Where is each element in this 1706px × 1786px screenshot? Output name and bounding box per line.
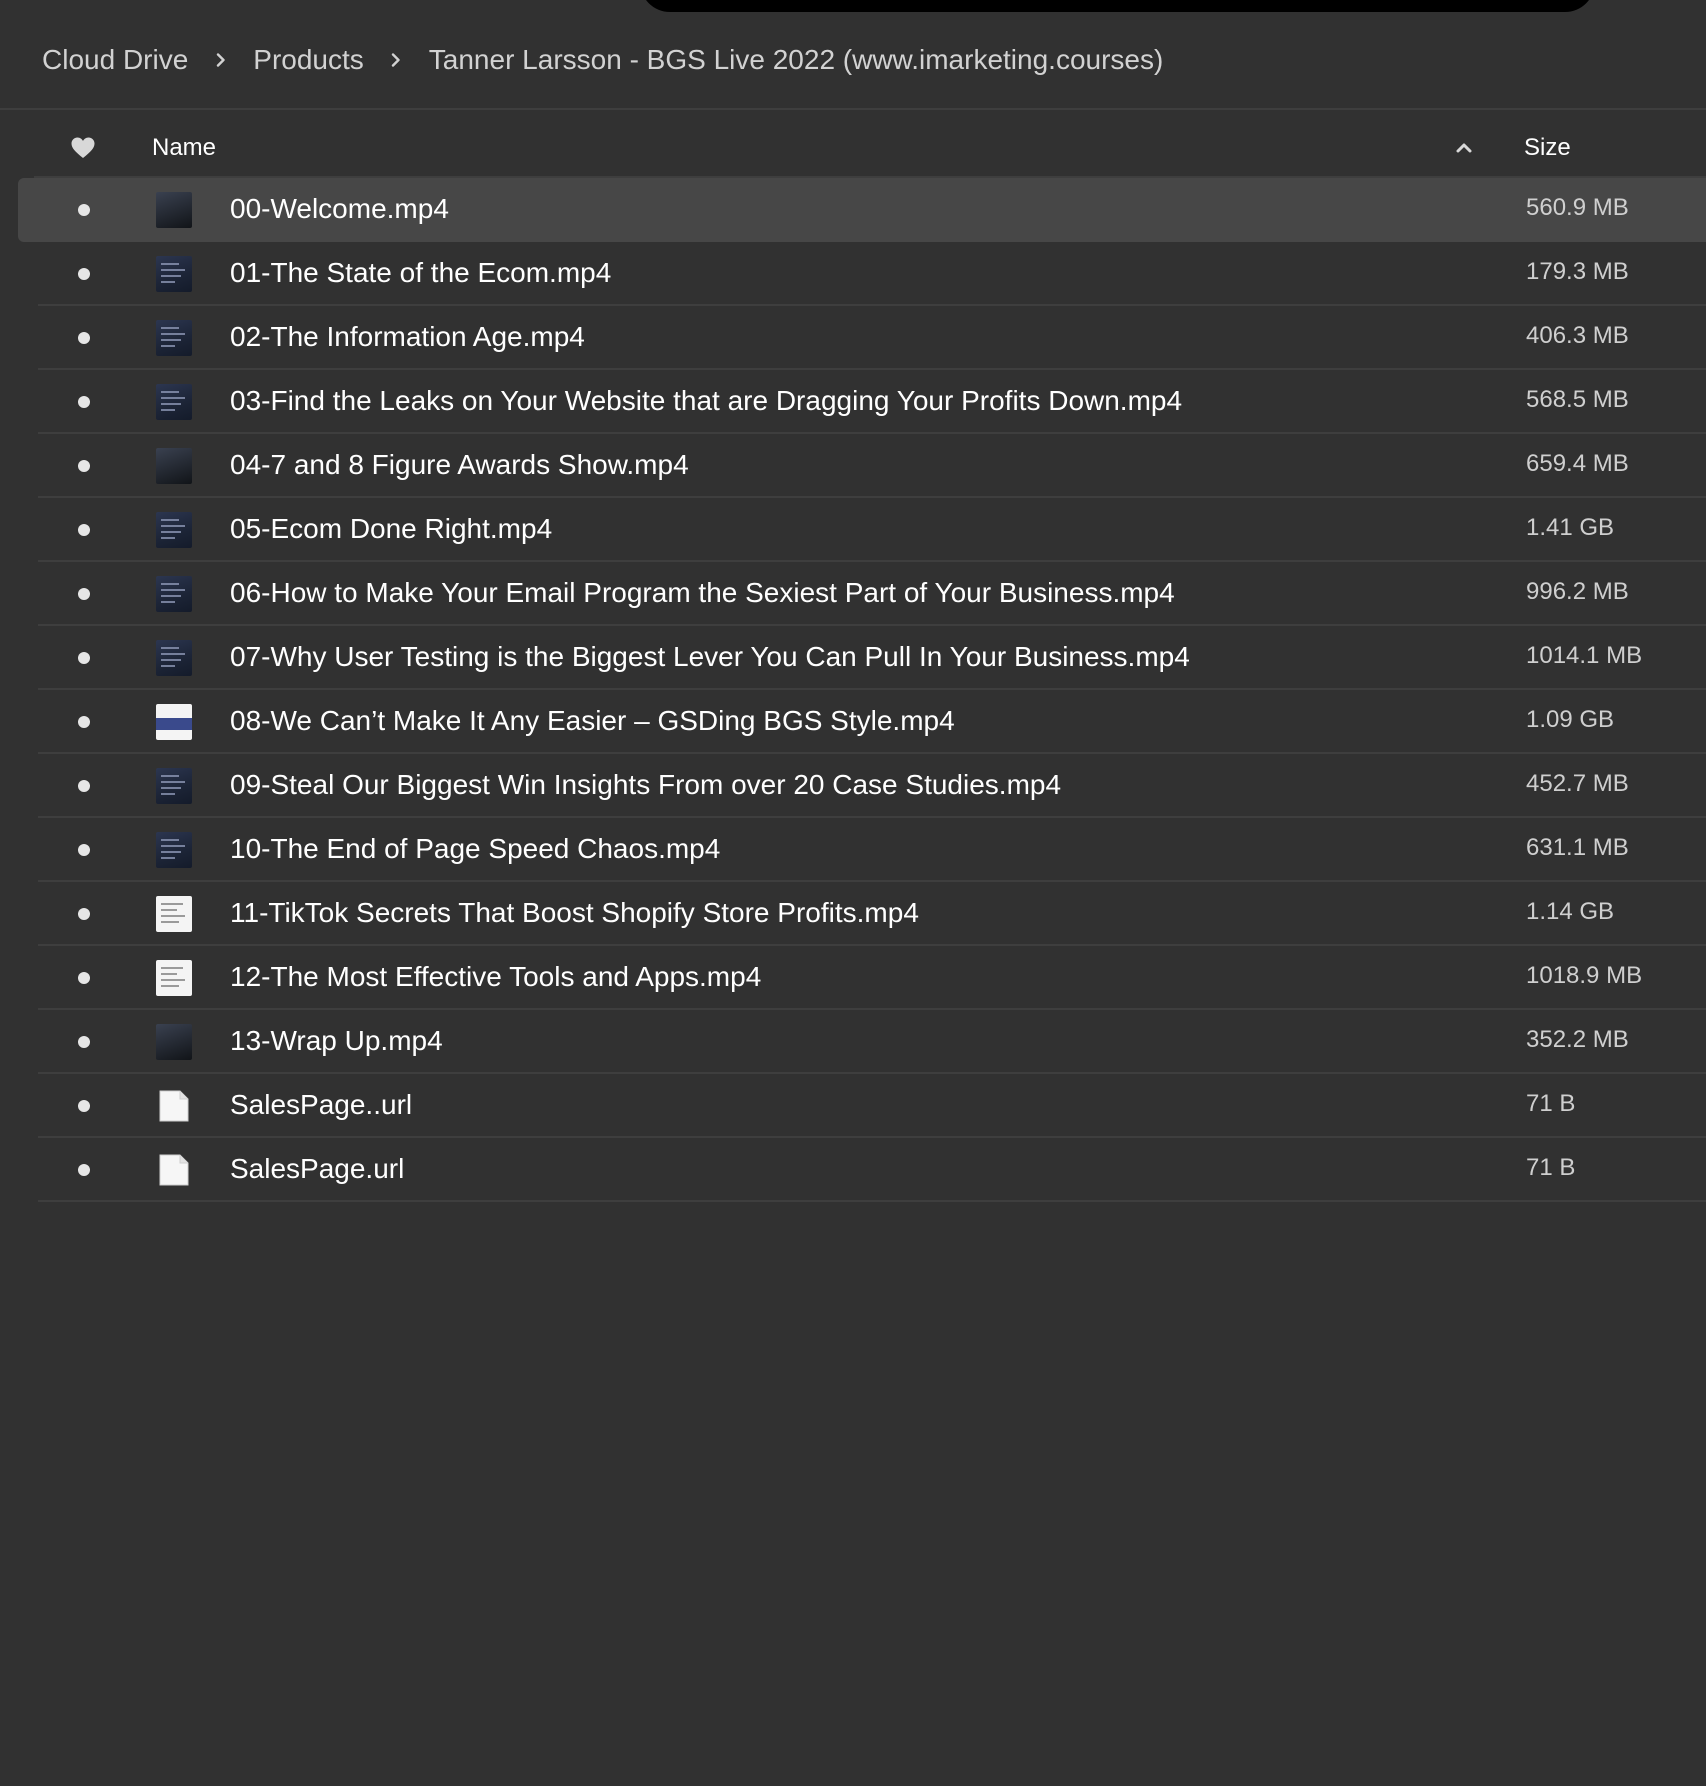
video-thumbnail bbox=[156, 640, 192, 676]
bullet-icon[interactable] bbox=[78, 716, 90, 728]
column-header-name[interactable]: Name bbox=[152, 134, 216, 162]
bullet-icon[interactable] bbox=[78, 396, 90, 408]
file-size: 1018.9 MB bbox=[1526, 962, 1643, 989]
file-row[interactable]: 07-Why User Testing is the Biggest Lever… bbox=[0, 626, 1706, 690]
bullet-icon[interactable] bbox=[78, 1100, 90, 1112]
bullet-icon[interactable] bbox=[78, 844, 90, 856]
bullet-icon[interactable] bbox=[78, 1036, 90, 1048]
file-size: 179.3 MB bbox=[1526, 258, 1629, 285]
file-row[interactable]: 05-Ecom Done Right.mp4 1.41 GB bbox=[0, 498, 1706, 562]
file-size: 631.1 MB bbox=[1526, 834, 1629, 861]
bullet-icon[interactable] bbox=[78, 268, 90, 280]
file-row[interactable]: 01-The State of the Ecom.mp4 179.3 MB bbox=[0, 242, 1706, 306]
file-row[interactable]: 12-The Most Effective Tools and Apps.mp4… bbox=[0, 946, 1706, 1010]
file-name[interactable]: 05-Ecom Done Right.mp4 bbox=[230, 513, 552, 545]
bullet-icon[interactable] bbox=[78, 588, 90, 600]
document-icon bbox=[156, 1088, 192, 1124]
file-name[interactable]: 07-Why User Testing is the Biggest Lever… bbox=[230, 641, 1190, 673]
list-header: Name Size bbox=[34, 120, 1706, 178]
video-thumbnail bbox=[156, 192, 192, 228]
video-thumbnail bbox=[156, 768, 192, 804]
file-size: 996.2 MB bbox=[1526, 578, 1629, 605]
video-thumbnail bbox=[156, 1024, 192, 1060]
file-size: 352.2 MB bbox=[1526, 1026, 1629, 1053]
video-thumbnail bbox=[156, 576, 192, 612]
file-row[interactable]: SalesPage..url 71 B bbox=[0, 1074, 1706, 1138]
video-thumbnail bbox=[156, 256, 192, 292]
breadcrumb-products[interactable]: Products bbox=[253, 44, 364, 76]
file-name[interactable]: 10-The End of Page Speed Chaos.mp4 bbox=[230, 833, 720, 865]
file-name[interactable]: 01-The State of the Ecom.mp4 bbox=[230, 257, 611, 289]
file-row[interactable]: 10-The End of Page Speed Chaos.mp4 631.1 … bbox=[0, 818, 1706, 882]
bullet-icon[interactable] bbox=[78, 1164, 90, 1176]
bullet-icon[interactable] bbox=[78, 332, 90, 344]
file-row[interactable]: 03-Find the Leaks on Your Website that a… bbox=[0, 370, 1706, 434]
bullet-icon[interactable] bbox=[78, 780, 90, 792]
file-name[interactable]: 12-The Most Effective Tools and Apps.mp4 bbox=[230, 961, 761, 993]
video-thumbnail bbox=[156, 896, 192, 932]
bullet-icon[interactable] bbox=[78, 204, 90, 216]
bullet-icon[interactable] bbox=[78, 524, 90, 536]
video-thumbnail bbox=[156, 704, 192, 740]
file-name[interactable]: 11-TikTok Secrets That Boost Shopify Sto… bbox=[230, 897, 919, 929]
video-thumbnail bbox=[156, 384, 192, 420]
file-size: 1014.1 MB bbox=[1526, 642, 1643, 669]
file-name[interactable]: 06-How to Make Your Email Program the Se… bbox=[230, 577, 1175, 609]
breadcrumb: Cloud Drive Products Tanner Larsson - BG… bbox=[42, 40, 1163, 80]
video-thumbnail bbox=[156, 320, 192, 356]
file-size: 568.5 MB bbox=[1526, 386, 1629, 413]
video-thumbnail bbox=[156, 832, 192, 868]
file-row[interactable]: SalesPage.url 71 B bbox=[0, 1138, 1706, 1202]
file-name[interactable]: 13-Wrap Up.mp4 bbox=[230, 1025, 443, 1057]
top-bar bbox=[640, 0, 1595, 12]
file-size: 71 B bbox=[1526, 1090, 1576, 1117]
file-name[interactable]: 02-The Information Age.mp4 bbox=[230, 321, 585, 353]
video-thumbnail bbox=[156, 512, 192, 548]
bullet-icon[interactable] bbox=[78, 972, 90, 984]
file-row[interactable]: 00-Welcome.mp4 560.9 MB bbox=[18, 178, 1706, 242]
bullet-icon[interactable] bbox=[78, 460, 90, 472]
file-size: 71 B bbox=[1526, 1154, 1576, 1181]
file-row[interactable]: 08-We Can’t Make It Any Easier – GSDing … bbox=[0, 690, 1706, 754]
document-icon bbox=[156, 1152, 192, 1188]
heart-icon[interactable] bbox=[70, 136, 96, 160]
video-thumbnail bbox=[156, 960, 192, 996]
file-size: 560.9 MB bbox=[1526, 194, 1629, 221]
file-row[interactable]: 06-How to Make Your Email Program the Se… bbox=[0, 562, 1706, 626]
file-row[interactable]: 11-TikTok Secrets That Boost Shopify Sto… bbox=[0, 882, 1706, 946]
chevron-right-icon bbox=[364, 53, 429, 67]
video-thumbnail bbox=[156, 448, 192, 484]
file-size: 1.14 GB bbox=[1526, 898, 1615, 925]
column-header-size[interactable]: Size bbox=[1524, 134, 1571, 162]
file-name[interactable]: 08-We Can’t Make It Any Easier – GSDing … bbox=[230, 705, 955, 737]
file-size: 406.3 MB bbox=[1526, 322, 1629, 349]
file-size: 659.4 MB bbox=[1526, 450, 1629, 477]
file-size: 1.41 GB bbox=[1526, 514, 1615, 541]
file-name[interactable]: 03-Find the Leaks on Your Website that a… bbox=[230, 385, 1182, 417]
file-size: 1.09 GB bbox=[1526, 706, 1615, 733]
file-name[interactable]: SalesPage.url bbox=[230, 1153, 404, 1185]
divider bbox=[0, 108, 1706, 110]
file-row[interactable]: 09-Steal Our Biggest Win Insights From o… bbox=[0, 754, 1706, 818]
file-size: 452.7 MB bbox=[1526, 770, 1629, 797]
file-name[interactable]: 00-Welcome.mp4 bbox=[230, 193, 449, 225]
chevron-right-icon bbox=[188, 53, 253, 67]
file-name[interactable]: SalesPage..url bbox=[230, 1089, 412, 1121]
file-name[interactable]: 09-Steal Our Biggest Win Insights From o… bbox=[230, 769, 1061, 801]
file-name[interactable]: 04-7 and 8 Figure Awards Show.mp4 bbox=[230, 449, 689, 481]
breadcrumb-current-folder: Tanner Larsson - BGS Live 2022 (www.imar… bbox=[428, 44, 1164, 75]
chevron-up-icon[interactable] bbox=[1452, 136, 1476, 160]
file-row[interactable]: 13-Wrap Up.mp4 352.2 MB bbox=[0, 1010, 1706, 1074]
breadcrumb-cloud-drive[interactable]: Cloud Drive bbox=[42, 44, 188, 76]
file-row[interactable]: 02-The Information Age.mp4 406.3 MB bbox=[0, 306, 1706, 370]
file-row[interactable]: 04-7 and 8 Figure Awards Show.mp4 659.4 M… bbox=[0, 434, 1706, 498]
file-list: 00-Welcome.mp4 560.9 MB 01-The State of th… bbox=[0, 178, 1706, 1202]
bullet-icon[interactable] bbox=[78, 652, 90, 664]
bullet-icon[interactable] bbox=[78, 908, 90, 920]
